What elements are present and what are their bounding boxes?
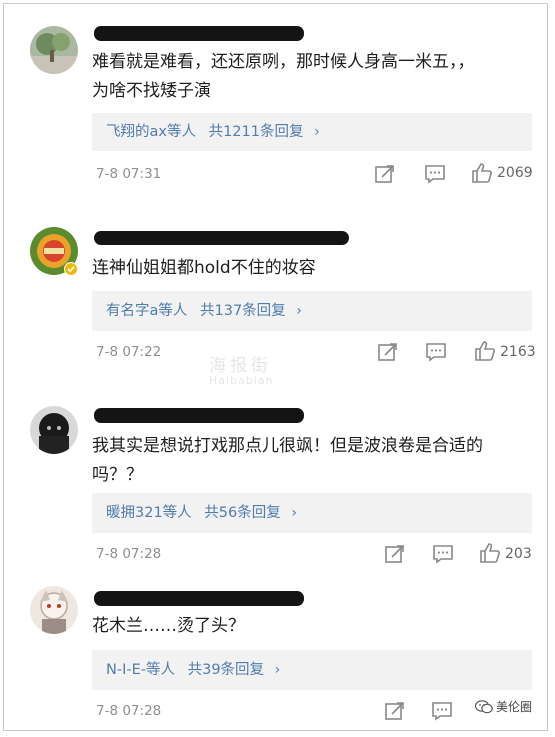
username-redacted: [94, 408, 304, 423]
thumbs-up-icon[interactable]: [474, 340, 496, 362]
comment-text: 花木兰……烫了头？: [92, 616, 245, 636]
comment-icon[interactable]: [432, 543, 454, 565]
reply-users: 暖拥321等人: [106, 505, 192, 521]
verified-badge-icon: [64, 262, 78, 276]
reply-count: 共1211条回复: [208, 124, 304, 140]
thumbs-up-icon[interactable]: [471, 162, 493, 184]
username-redacted: [94, 231, 349, 245]
repost-icon[interactable]: [384, 700, 406, 722]
timestamp: 7-8 07:31: [96, 166, 162, 182]
reply-users: N-I-E-等人: [106, 662, 175, 678]
comment-icon[interactable]: [424, 163, 446, 185]
reply-summary[interactable]: 飞翔的ax等人 共1211条回复 ›: [92, 113, 532, 151]
chevron-right-icon: ›: [274, 662, 281, 678]
like-count: 2069: [497, 165, 533, 181]
wechat-logo-icon: [475, 699, 493, 713]
username-redacted: [94, 591, 304, 606]
avatar[interactable]: [30, 26, 78, 74]
screenshot-frame: 难看就是难看，还还原咧，那时候人身高一米五，， 为啥不找矮子演 飞翔的ax等人 …: [3, 3, 548, 731]
brand-tag: 美伦圈: [475, 698, 532, 715]
chevron-right-icon: ›: [291, 505, 297, 521]
comment-icon[interactable]: [431, 700, 453, 722]
avatar[interactable]: [30, 406, 78, 454]
repost-icon[interactable]: [377, 341, 399, 363]
username-redacted: [94, 26, 304, 41]
timestamp: 7-8 07:28: [96, 546, 162, 562]
reply-summary[interactable]: 有名字a等人 共137条回复 ›: [92, 291, 532, 331]
thumbs-up-icon[interactable]: [479, 542, 501, 564]
reply-summary[interactable]: N-I-E-等人 共39条回复 ›: [92, 650, 532, 690]
chevron-right-icon: ›: [296, 303, 302, 319]
repost-icon[interactable]: [384, 543, 406, 565]
timestamp: 7-8 07:22: [96, 344, 162, 360]
chevron-right-icon: ›: [314, 124, 320, 140]
reply-users: 飞翔的ax等人: [106, 124, 196, 140]
reply-count: 共56条回复: [204, 505, 281, 521]
reply-count: 共39条回复: [187, 662, 265, 678]
like-count: 2163: [500, 344, 536, 360]
timestamp: 7-8 07:28: [96, 703, 162, 719]
repost-icon[interactable]: [374, 163, 396, 185]
comment-text: 难看就是难看，还还原咧，那时候人身高一米五，， 为啥不找矮子演: [92, 52, 475, 101]
comment-text: 我其实是想说打戏那点儿很飒！但是波浪卷是合适的 吗？？: [92, 436, 483, 485]
avatar[interactable]: [30, 586, 78, 634]
watermark: 海报街 Haibabian: [209, 356, 274, 387]
comment-text: 连神仙姐姐都hold不住的妆容: [92, 258, 316, 278]
like-count: 203: [505, 546, 532, 562]
brand-label: 美伦圈: [496, 700, 533, 714]
comment-icon[interactable]: [425, 341, 447, 363]
reply-users: 有名字a等人: [106, 303, 188, 319]
reply-summary[interactable]: 暖拥321等人 共56条回复 ›: [92, 493, 532, 533]
reply-count: 共137条回复: [200, 303, 286, 319]
